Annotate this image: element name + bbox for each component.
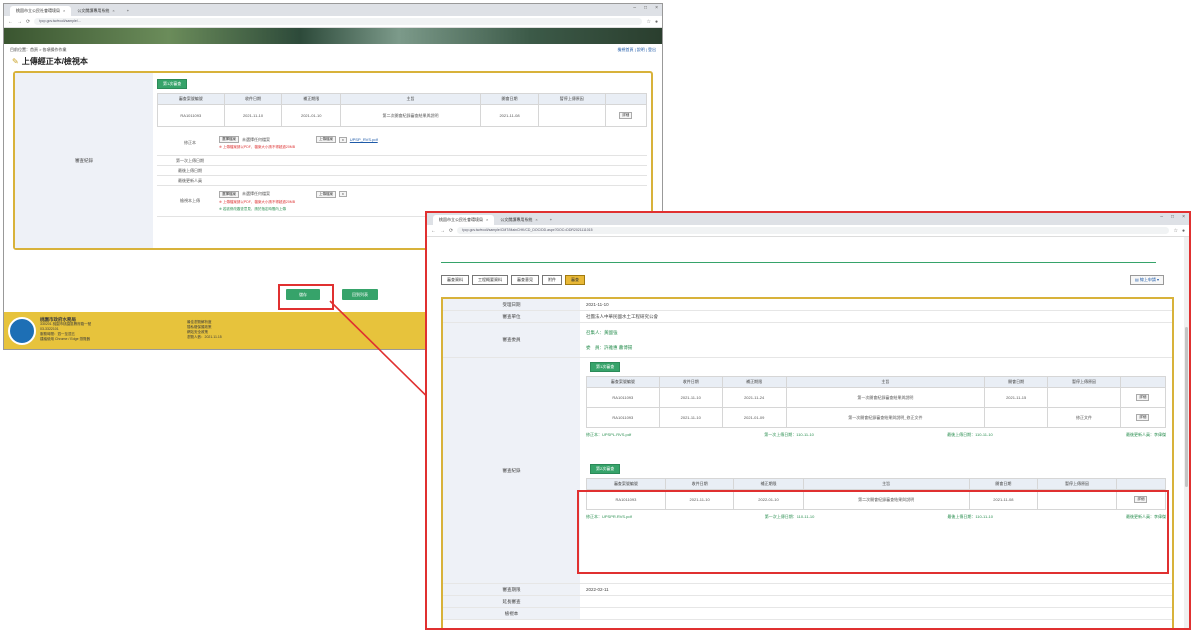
top-divider bbox=[441, 262, 1156, 263]
online-apply-button[interactable]: ▤ 線上申請 ▾ bbox=[1129, 275, 1164, 285]
detail-button[interactable]: 詳細 bbox=[1136, 394, 1150, 401]
col-header: 審查案號編號 bbox=[586, 376, 660, 388]
scrollbar[interactable] bbox=[1184, 237, 1189, 628]
col-header: 收件日期 bbox=[658, 376, 723, 388]
window-controls: – □ × bbox=[1160, 214, 1185, 220]
value-extend bbox=[580, 596, 1172, 607]
url-field[interactable]: tycp.gov.tw/ecoli/sample/CMT/MainCHK/CD_… bbox=[457, 227, 1170, 234]
forward-icon[interactable]: → bbox=[440, 228, 445, 234]
reload-icon[interactable]: ⟳ bbox=[449, 228, 453, 234]
table-row: RA1011093 2021-11-10 2021-01-09 第一次開會紀錄審… bbox=[586, 407, 1167, 428]
star-icon[interactable]: ☆ bbox=[1173, 228, 1177, 234]
browser-window-detail: 桃園市立公民社會環境局 × 公文閱讀專用系統 × + – □ × ← → ⟳ tycp.… bbox=[425, 211, 1191, 630]
cell: RA1011093 bbox=[586, 387, 660, 408]
label-receive-date: 受理日期 bbox=[443, 299, 580, 310]
cell: 第一次開會紀錄審查結果與說明_修正文件 bbox=[785, 407, 986, 428]
row-review-deadline: 審查期限 2022-02-11 bbox=[443, 584, 1172, 596]
new-tab-button[interactable]: + bbox=[544, 215, 558, 225]
tab-2[interactable]: 公文閱讀專用系統 × bbox=[494, 215, 543, 225]
col-header: 開會日期 bbox=[984, 376, 1049, 388]
label-review-unit: 審查單位 bbox=[443, 311, 580, 322]
round-2-highlight-box bbox=[577, 490, 1169, 574]
detail-button[interactable]: 詳細 bbox=[1136, 414, 1150, 421]
cell: 2021-01-09 bbox=[721, 407, 787, 428]
close-icon[interactable]: × bbox=[535, 215, 537, 225]
maximize-icon[interactable]: □ bbox=[1171, 214, 1174, 220]
member-list: 委 員：許雅惠 蕭博揚 bbox=[586, 344, 633, 350]
col-header: 審查案號編號 bbox=[586, 478, 666, 490]
row-extend: 延長審查 bbox=[443, 596, 1172, 608]
col-header: 暫停上傳原因 bbox=[1047, 376, 1121, 388]
col-header bbox=[1115, 478, 1167, 490]
col-header: 主旨 bbox=[802, 478, 970, 490]
value-receive-date: 2021-11-10 bbox=[586, 302, 609, 307]
col-header: 主旨 bbox=[785, 376, 986, 388]
cell: 2021-11-24 bbox=[721, 387, 787, 408]
review-table-1: 審查案號編號 收件日期 補正期限 主旨 開會日期 暫停上傳原因 RA101109… bbox=[586, 376, 1167, 428]
label-review-record: 審查紀錄 bbox=[443, 358, 580, 583]
cell bbox=[984, 407, 1049, 428]
cell: RA1011093 bbox=[586, 407, 660, 428]
col-header: 暫停上傳原因 bbox=[1037, 478, 1117, 490]
row-inspection: 檢視本 bbox=[443, 608, 1172, 620]
tab-1-label: 桃園市立公民社會環境局 bbox=[439, 217, 483, 222]
cell: 2021-11-10 bbox=[658, 407, 723, 428]
value-inspection bbox=[580, 608, 1172, 619]
address-bar-2: ← → ⟳ tycp.gov.tw/ecoli/sample/CMT/MainC… bbox=[427, 225, 1189, 237]
tab-strip-2: 桃園市立公民社會環境局 × 公文閱讀專用系統 × + – □ × bbox=[427, 213, 1189, 225]
tab-attachment[interactable]: 附件 bbox=[542, 275, 562, 285]
tab-review-opinion[interactable]: 審查意見 bbox=[511, 275, 539, 285]
cell: 詳細 bbox=[1119, 387, 1167, 408]
tab-review-data[interactable]: 審查資料 bbox=[441, 275, 469, 285]
row-receive-date: 受理日期 2021-11-10 bbox=[443, 299, 1172, 311]
tab-1[interactable]: 桃園市立公民社會環境局 × bbox=[433, 215, 495, 225]
detail-toolbar: 審查資料 工程概要資料 審查意見 附件 審查 bbox=[431, 275, 585, 285]
row-members: 審查委員 召集人：黃國強 委 員：許雅惠 蕭博揚 bbox=[443, 323, 1172, 358]
label-inspection: 檢視本 bbox=[443, 608, 580, 619]
tab-review[interactable]: 審查 bbox=[565, 275, 585, 285]
label-members: 審查委員 bbox=[443, 323, 580, 357]
tab-project-summary[interactable]: 工程概要資料 bbox=[472, 275, 508, 285]
col-header: 補正期限 bbox=[721, 376, 787, 388]
back-icon[interactable]: ← bbox=[431, 228, 436, 234]
value-members: 召集人：黃國強 委 員：許雅惠 蕭博揚 bbox=[580, 323, 1172, 357]
table-header-row: 審查案號編號 收件日期 補正期限 主旨 開會日期 暫停上傳原因 bbox=[586, 376, 1167, 388]
detail-panel: 受理日期 2021-11-10 審查單位 社團法人中華民國水土工程研究公會 審查… bbox=[441, 297, 1174, 628]
profile-icon[interactable]: ● bbox=[1182, 228, 1185, 234]
cell bbox=[1047, 387, 1121, 408]
table-row: RA1011093 2021-11-10 2021-11-24 第一次開會紀錄審… bbox=[586, 387, 1167, 408]
col-header: 補正期限 bbox=[733, 478, 804, 490]
cell: 修正文件 bbox=[1047, 407, 1121, 428]
scroll-thumb[interactable] bbox=[1185, 327, 1188, 487]
round-1-badge: 第1次審查 bbox=[590, 362, 621, 372]
convener: 召集人：黃國強 bbox=[586, 329, 618, 335]
col-header bbox=[1119, 376, 1167, 388]
value-review-unit: 社團法人中華民國水土工程研究公會 bbox=[586, 313, 658, 319]
cell: 詳細 bbox=[1119, 407, 1167, 428]
cell: 2021-11-15 bbox=[984, 387, 1049, 408]
round-2-badge: 第2次審查 bbox=[590, 464, 621, 474]
col-header: 開會日期 bbox=[968, 478, 1039, 490]
cell: 2021-11-10 bbox=[658, 387, 723, 408]
minimize-icon[interactable]: – bbox=[1160, 214, 1163, 220]
close-window-icon[interactable]: × bbox=[1182, 214, 1185, 220]
label-extend: 延長審查 bbox=[443, 596, 580, 607]
value-review-deadline: 2022-02-11 bbox=[586, 587, 609, 592]
row-review-unit: 審查單位 社團法人中華民國水土工程研究公會 bbox=[443, 311, 1172, 323]
table-header-row: 審查案號編號 收件日期 補正期限 主旨 開會日期 暫停上傳原因 bbox=[586, 478, 1167, 490]
label-review-deadline: 審查期限 bbox=[443, 584, 580, 595]
tab-2-label: 公文閱讀專用系統 bbox=[500, 217, 533, 222]
cell: 第一次開會紀錄審查結果與說明 bbox=[785, 387, 986, 408]
close-icon[interactable]: × bbox=[486, 215, 488, 225]
col-header: 收件日期 bbox=[664, 478, 735, 490]
online-apply-label: 線上申請 bbox=[1139, 277, 1156, 282]
